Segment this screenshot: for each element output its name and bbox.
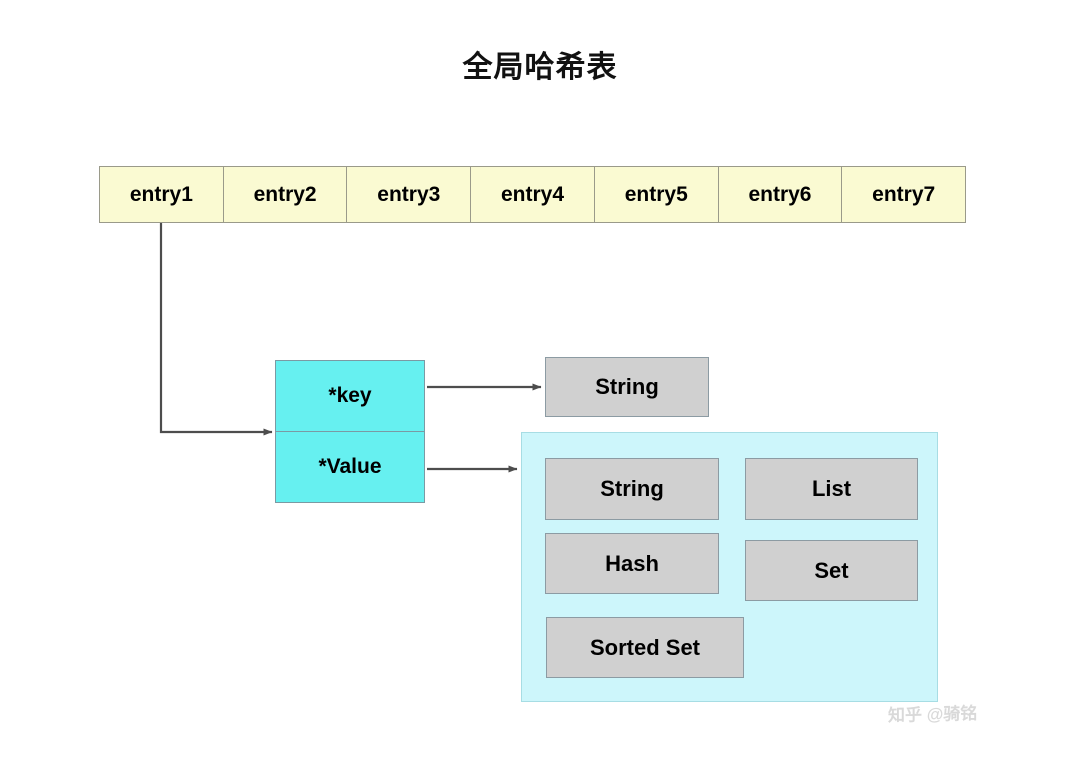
page-title: 全局哈希表 (462, 51, 618, 84)
hash-entry-cell[interactable]: entry4 (471, 167, 595, 222)
hash-entry-cell[interactable]: entry1 (100, 167, 224, 222)
hash-entry-cell[interactable]: entry5 (594, 167, 719, 222)
entry-key-cell[interactable]: *key (276, 361, 424, 432)
value-type-list-box[interactable]: List (745, 458, 918, 520)
key-type-string-box[interactable]: String (545, 357, 709, 417)
hash-entry-cell[interactable]: entry2 (223, 167, 348, 222)
arrow-entry1-to-node (159, 223, 273, 436)
value-type-hash-box[interactable]: Hash (545, 533, 719, 594)
value-type-sorted-set-box[interactable]: Sorted Set (546, 617, 744, 678)
watermark: 知乎 @骑铭 (888, 703, 978, 726)
global-hash-table: entry1 entry2 entry3 entry4 entry5 entry… (99, 166, 966, 223)
value-type-string-box[interactable]: String (545, 458, 719, 520)
hash-entry-cell[interactable]: entry7 (842, 167, 966, 222)
entry-value-cell[interactable]: *Value (276, 432, 424, 503)
value-type-set-box[interactable]: Set (745, 540, 918, 601)
hash-entry-cell[interactable]: entry3 (347, 167, 472, 222)
entry-node: *key *Value (275, 360, 425, 503)
diagram-canvas: 全局哈希表 entry1 entry2 entry3 entry4 entry5… (0, 0, 1080, 767)
hash-entry-cell[interactable]: entry6 (718, 167, 843, 222)
